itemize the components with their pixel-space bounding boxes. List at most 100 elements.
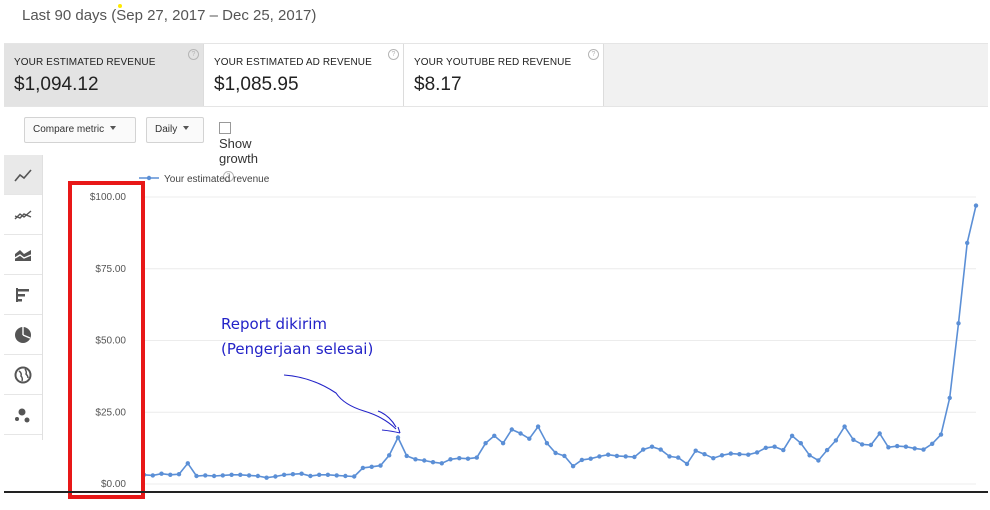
- chart-type-line[interactable]: [4, 155, 42, 195]
- data-point[interactable]: [509, 427, 514, 432]
- data-point[interactable]: [369, 464, 374, 469]
- metric-card-ad-revenue[interactable]: YOUR ESTIMATED AD REVENUE $1,085.95 ?: [204, 44, 404, 106]
- data-point[interactable]: [859, 442, 865, 447]
- data-point[interactable]: [588, 456, 593, 461]
- data-point[interactable]: [684, 461, 690, 467]
- data-point[interactable]: [737, 452, 742, 457]
- data-point[interactable]: [912, 446, 917, 451]
- data-point[interactable]: [973, 203, 979, 208]
- chart-type-multiline[interactable]: [4, 195, 42, 235]
- data-point[interactable]: [746, 452, 751, 457]
- data-point[interactable]: [833, 438, 839, 443]
- data-point[interactable]: [168, 472, 173, 477]
- data-point[interactable]: [334, 473, 339, 478]
- interval-dropdown[interactable]: Daily: [146, 117, 204, 143]
- data-point[interactable]: [308, 473, 313, 479]
- chart-type-stacked-area[interactable]: [4, 235, 42, 275]
- data-point[interactable]: [553, 450, 558, 456]
- data-point[interactable]: [159, 471, 164, 476]
- chart-type-bubble[interactable]: [4, 395, 42, 435]
- data-point[interactable]: [693, 448, 698, 453]
- show-growth-checkbox[interactable]: [219, 122, 231, 134]
- data-point[interactable]: [255, 473, 261, 479]
- data-point[interactable]: [211, 473, 217, 479]
- data-point[interactable]: [947, 395, 952, 401]
- data-point[interactable]: [930, 441, 935, 446]
- data-point[interactable]: [579, 457, 585, 463]
- data-point[interactable]: [527, 436, 532, 441]
- data-point[interactable]: [623, 454, 628, 459]
- data-point[interactable]: [457, 456, 462, 461]
- data-point[interactable]: [667, 454, 672, 459]
- data-point[interactable]: [789, 433, 795, 438]
- data-point[interactable]: [772, 444, 777, 449]
- compare-metric-dropdown[interactable]: Compare metric: [24, 117, 136, 143]
- data-point[interactable]: [886, 445, 891, 450]
- chart-type-bar[interactable]: [4, 275, 42, 315]
- data-point[interactable]: [562, 453, 567, 459]
- data-point[interactable]: [483, 441, 488, 446]
- data-point[interactable]: [325, 472, 331, 477]
- data-point[interactable]: [895, 443, 900, 449]
- help-icon[interactable]: ?: [188, 49, 199, 60]
- data-point[interactable]: [246, 473, 252, 478]
- data-point[interactable]: [360, 465, 366, 471]
- data-point[interactable]: [492, 433, 497, 438]
- help-icon[interactable]: ?: [588, 49, 599, 60]
- data-point[interactable]: [702, 452, 707, 457]
- data-point[interactable]: [273, 474, 278, 479]
- data-point[interactable]: [387, 453, 392, 458]
- data-point[interactable]: [194, 473, 199, 479]
- data-point[interactable]: [404, 453, 409, 459]
- help-icon[interactable]: ?: [388, 49, 399, 60]
- data-point[interactable]: [965, 240, 970, 246]
- data-point[interactable]: [430, 460, 436, 465]
- data-point[interactable]: [518, 431, 523, 436]
- data-point[interactable]: [842, 424, 847, 429]
- data-point[interactable]: [176, 472, 182, 477]
- data-point[interactable]: [185, 461, 190, 466]
- data-point[interactable]: [816, 458, 821, 463]
- data-point[interactable]: [352, 474, 357, 479]
- metric-card-youtube-red-revenue[interactable]: YOUR YOUTUBE RED REVENUE $8.17 ?: [404, 44, 604, 106]
- chart-type-map[interactable]: [4, 355, 42, 395]
- data-point[interactable]: [422, 458, 427, 463]
- data-point[interactable]: [763, 445, 768, 450]
- data-point[interactable]: [290, 472, 296, 477]
- metric-card-estimated-revenue[interactable]: YOUR ESTIMATED REVENUE $1,094.12 ?: [4, 44, 204, 106]
- data-point[interactable]: [807, 453, 812, 458]
- data-point[interactable]: [938, 432, 944, 437]
- data-point[interactable]: [281, 472, 287, 477]
- data-point[interactable]: [781, 447, 786, 453]
- data-point[interactable]: [614, 453, 620, 459]
- data-point[interactable]: [229, 472, 234, 477]
- data-point[interactable]: [719, 453, 725, 458]
- data-point[interactable]: [851, 437, 856, 442]
- data-point[interactable]: [413, 457, 418, 462]
- data-point[interactable]: [378, 463, 383, 468]
- data-point[interactable]: [439, 461, 444, 466]
- data-point[interactable]: [798, 441, 803, 446]
- data-point[interactable]: [877, 431, 882, 436]
- data-point[interactable]: [956, 321, 961, 326]
- data-point[interactable]: [299, 471, 304, 476]
- data-point[interactable]: [597, 454, 602, 459]
- data-point[interactable]: [474, 455, 479, 460]
- data-point[interactable]: [728, 451, 733, 456]
- data-point[interactable]: [570, 464, 576, 469]
- data-point[interactable]: [632, 454, 637, 460]
- data-point[interactable]: [448, 457, 453, 462]
- data-point[interactable]: [544, 441, 550, 446]
- data-point[interactable]: [465, 456, 471, 461]
- data-point[interactable]: [754, 450, 760, 455]
- data-point[interactable]: [220, 473, 225, 478]
- data-point[interactable]: [711, 456, 716, 461]
- data-point[interactable]: [824, 447, 830, 453]
- data-point[interactable]: [343, 473, 348, 479]
- data-point[interactable]: [264, 475, 269, 480]
- chart-type-pie[interactable]: [4, 315, 42, 355]
- data-point[interactable]: [317, 472, 322, 477]
- data-point[interactable]: [238, 472, 243, 477]
- data-point[interactable]: [921, 447, 926, 452]
- data-point[interactable]: [658, 447, 663, 452]
